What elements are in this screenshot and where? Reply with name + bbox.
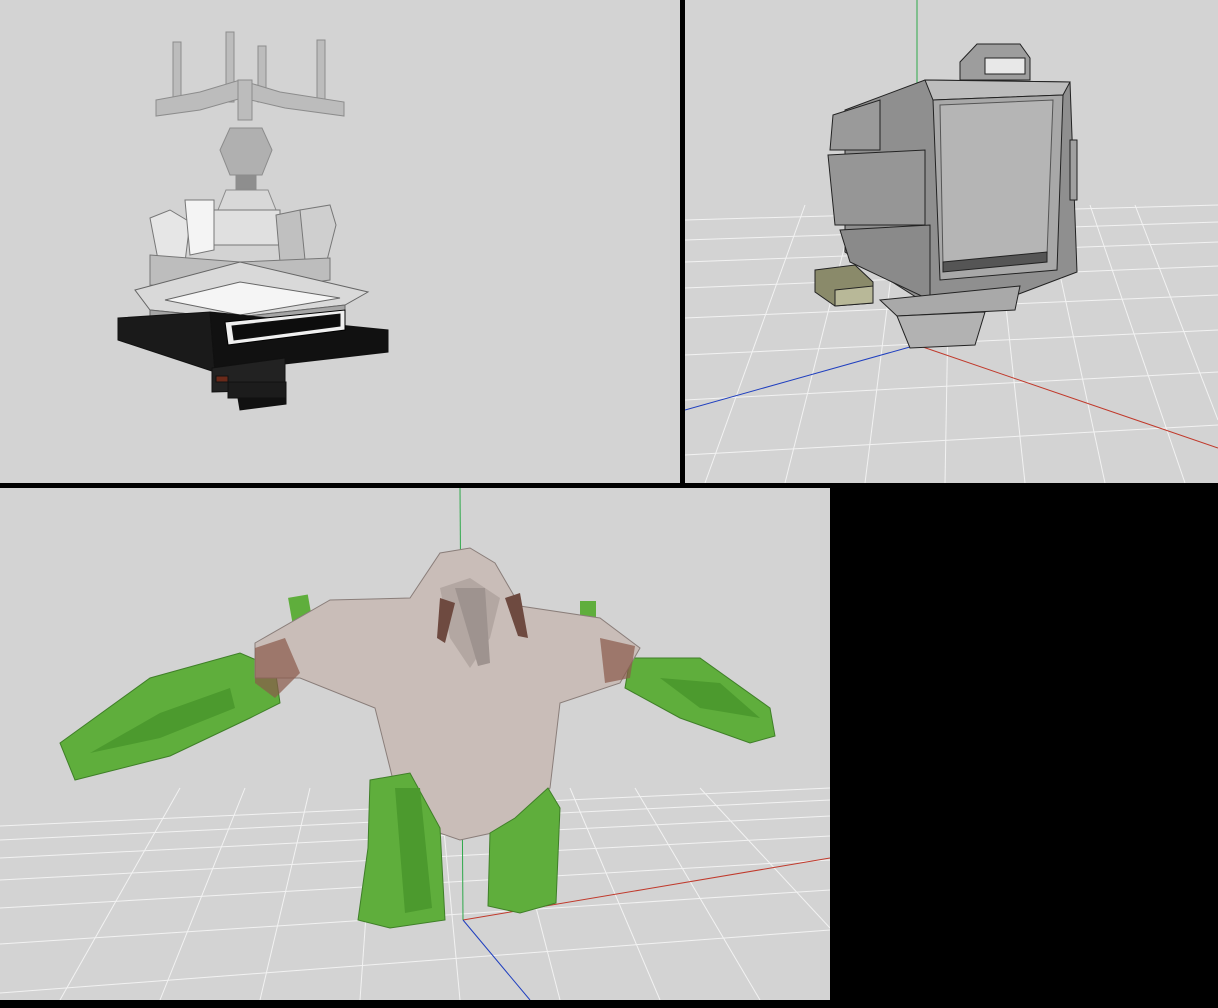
viewport-top-right[interactable]: [685, 0, 1218, 483]
viewport-canvas: [0, 488, 830, 1000]
viewport-top-left[interactable]: [0, 0, 680, 483]
viewport-bottom-right-empty: [832, 488, 1218, 1008]
viewport-canvas: [685, 0, 1218, 483]
fountain-model[interactable]: [117, 31, 389, 411]
viewport-bottom-left[interactable]: [0, 488, 830, 1000]
viewport-canvas: [117, 31, 389, 411]
